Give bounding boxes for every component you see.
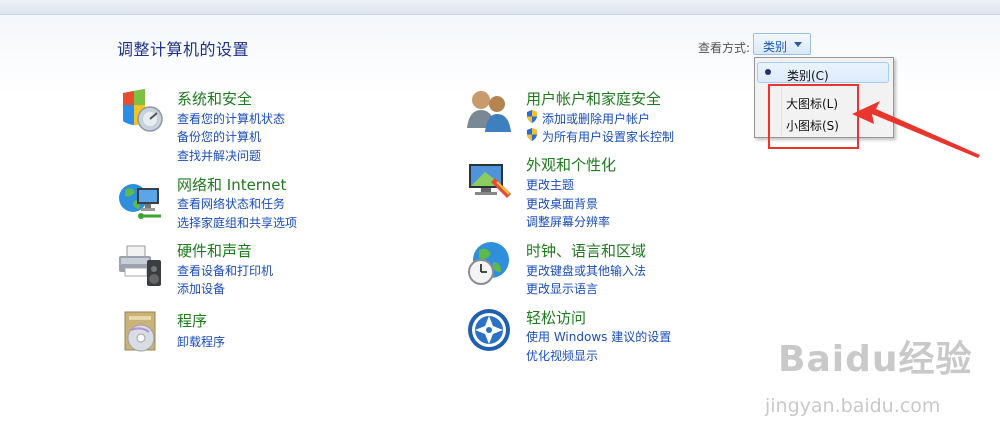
globe-clock-icon	[468, 242, 509, 285]
annotation-highlight-box	[768, 84, 859, 149]
network-globe-icon	[119, 184, 161, 219]
category-title[interactable]: 外观和个性化	[526, 154, 616, 175]
uac-shield-icon	[527, 110, 537, 123]
category-title[interactable]: 程序	[177, 310, 207, 331]
programs-disc-icon	[124, 311, 156, 352]
category-link[interactable]: 为所有用户设置家长控制	[542, 128, 674, 145]
category-title[interactable]: 系统和安全	[177, 88, 252, 109]
category-link[interactable]: 更改显示语言	[526, 280, 598, 297]
category-link[interactable]: 使用 Windows 建议的设置	[526, 328, 671, 345]
ease-of-access-icon	[468, 309, 510, 351]
category-link[interactable]: 优化视频显示	[526, 347, 598, 364]
menu-item-category[interactable]: 类别(C)	[757, 62, 889, 83]
category-title[interactable]: 用户帐户和家庭安全	[526, 88, 661, 109]
users-icon	[467, 91, 511, 132]
category-link[interactable]: 备份您的计算机	[177, 128, 261, 145]
category-link[interactable]: 卸载程序	[177, 333, 225, 350]
category-title[interactable]: 硬件和声音	[177, 240, 252, 261]
annotation-arrow-icon	[852, 101, 980, 158]
watermark-url: jingyan.baidu.com	[765, 395, 941, 417]
category-link[interactable]: 更改键盘或其他输入法	[526, 262, 646, 279]
view-by-value: 类别	[763, 40, 788, 54]
category-link[interactable]: 更改桌面背景	[526, 195, 598, 212]
category-link[interactable]: 查找并解决问题	[177, 147, 261, 164]
category-link[interactable]: 查看设备和打印机	[177, 262, 273, 279]
category-title[interactable]: 轻松访问	[526, 307, 586, 328]
category-link[interactable]: 调整屏幕分辨率	[526, 213, 610, 230]
page-title: 调整计算机的设置	[117, 40, 250, 59]
uac-shield-icon	[527, 128, 537, 141]
window-top-bar	[0, 0, 1000, 15]
radio-bullet-icon	[765, 69, 771, 75]
watermark-logo: Baidu经验	[778, 339, 973, 380]
shield-computer-icon	[123, 89, 163, 132]
category-link[interactable]: 添加设备	[177, 280, 225, 297]
monitor-palette-icon	[469, 164, 511, 198]
category-link[interactable]: 查看您的计算机状态	[177, 110, 285, 127]
category-title[interactable]: 时钟、语言和区域	[526, 240, 646, 261]
category-link[interactable]: 查看网络状态和任务	[177, 195, 285, 212]
chevron-down-icon	[794, 42, 802, 47]
category-link[interactable]: 更改主题	[526, 176, 574, 193]
category-title[interactable]: 网络和 Internet	[177, 174, 286, 195]
printer-speaker-icon	[119, 245, 161, 286]
category-link[interactable]: 添加或删除用户帐户	[542, 110, 650, 127]
view-by-label: 查看方式:	[698, 41, 751, 55]
category-link[interactable]: 选择家庭组和共享选项	[177, 214, 297, 231]
menu-item-label: 类别(C)	[787, 69, 829, 83]
view-by-dropdown[interactable]: 类别	[753, 33, 811, 55]
